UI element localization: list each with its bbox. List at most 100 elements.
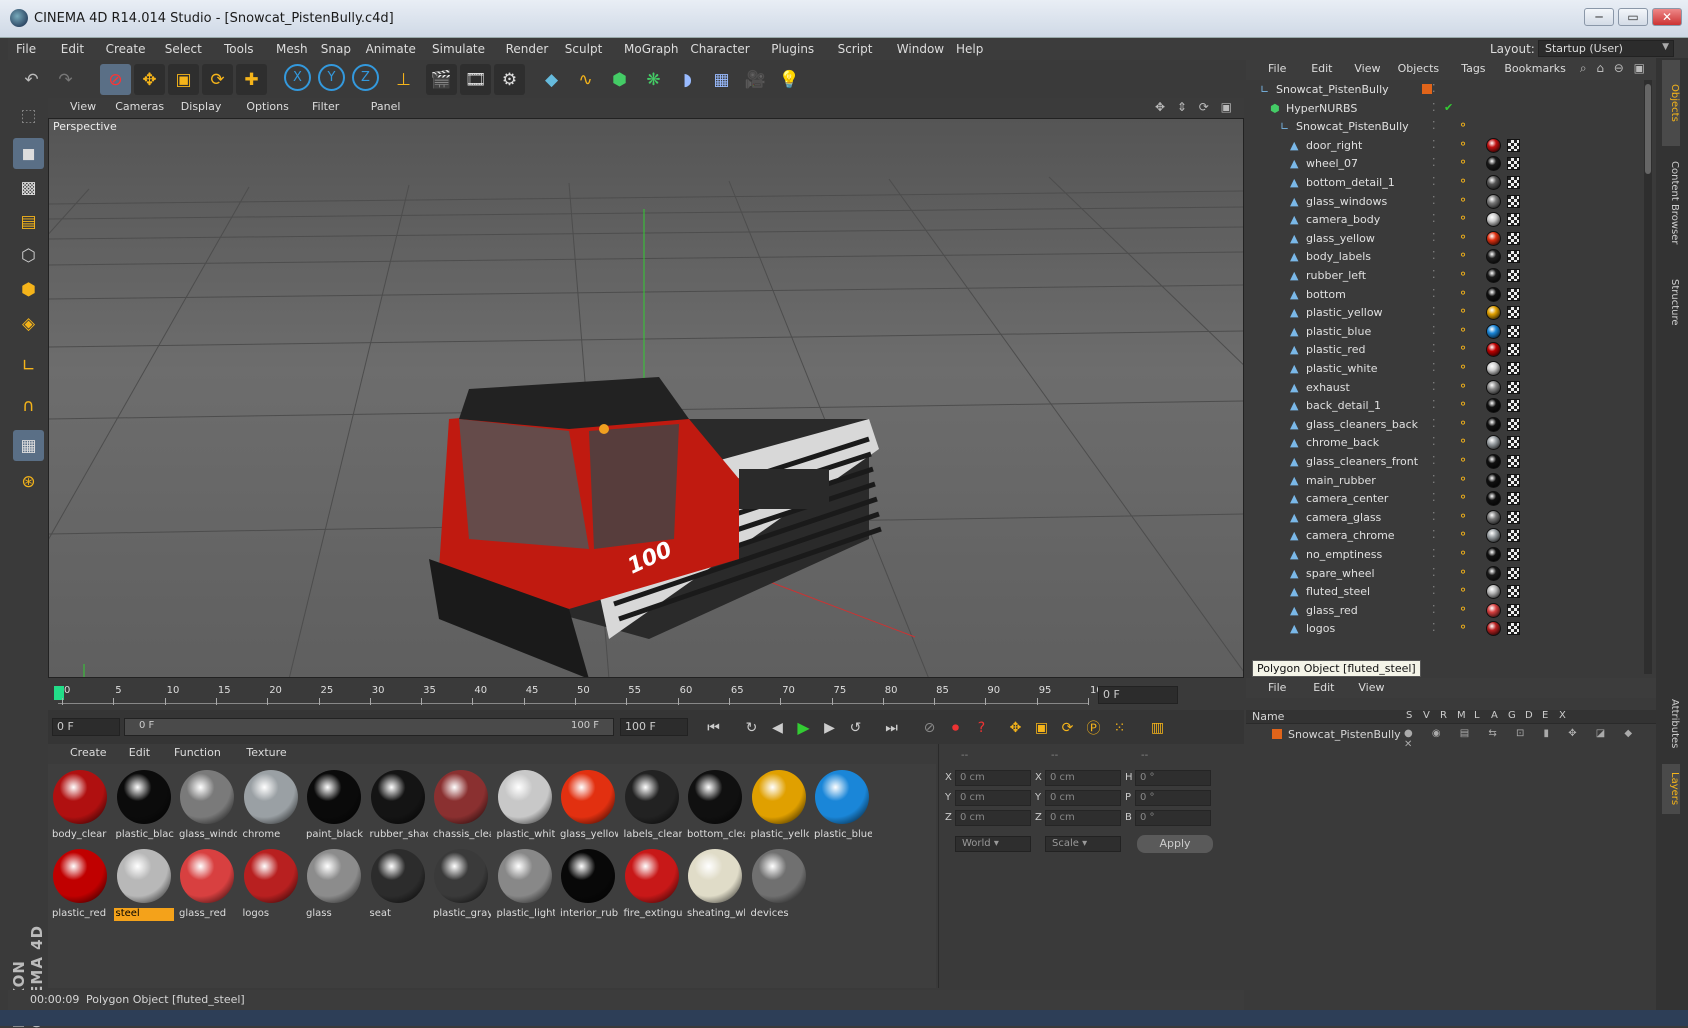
- uvw-tag-icon[interactable]: [1507, 380, 1520, 394]
- light-icon[interactable]: 💡: [774, 64, 805, 95]
- visibility-dots-icon[interactable]: ⁚: [1432, 231, 1436, 244]
- z-axis-lock-icon[interactable]: Z: [352, 64, 379, 91]
- uvw-tag-icon[interactable]: [1507, 194, 1520, 208]
- phong-tag-icon[interactable]: ⚬: [1458, 620, 1468, 634]
- y-axis-lock-icon[interactable]: Y: [318, 64, 345, 91]
- visibility-dots-icon[interactable]: ⁚: [1432, 82, 1436, 95]
- render-picture-viewer-icon[interactable]: 🎞: [460, 64, 491, 95]
- deformer-icon[interactable]: ◗: [672, 64, 703, 95]
- object-menu-tags[interactable]: Tags: [1461, 62, 1485, 75]
- spline-icon[interactable]: ∿: [570, 64, 601, 95]
- object-menu-edit[interactable]: Edit: [1311, 62, 1332, 75]
- material-tag-icon[interactable]: [1486, 286, 1501, 302]
- object-row[interactable]: ▲ main_rubber ⁚ ⚬: [1246, 471, 1636, 491]
- menu-mograph[interactable]: MoGraph: [624, 42, 679, 56]
- nurbs-icon[interactable]: ⬢: [604, 64, 635, 95]
- object-menu-view[interactable]: View: [1354, 62, 1380, 75]
- material-swatch[interactable]: plastic_black: [114, 768, 174, 843]
- timeline-window-icon[interactable]: ▥: [1142, 712, 1173, 743]
- minimize-button[interactable]: ─: [1584, 8, 1614, 26]
- texture-mode-icon[interactable]: ▩: [13, 172, 44, 203]
- visibility-dots-icon[interactable]: ⁚: [1432, 138, 1436, 151]
- coord-value-field[interactable]: 0 cm: [955, 790, 1031, 806]
- snap-grid-icon[interactable]: ▦: [13, 430, 44, 461]
- menu-file[interactable]: File: [16, 42, 36, 56]
- material-swatch[interactable]: steel: [113, 847, 174, 922]
- object-row[interactable]: ▲ glass_cleaners_back ⁚ ⚬: [1246, 415, 1636, 435]
- uvw-tag-icon[interactable]: [1507, 250, 1520, 264]
- viewport-menu-filter[interactable]: Filter: [312, 100, 339, 113]
- material-tag-icon[interactable]: [1486, 547, 1501, 562]
- phong-tag-icon[interactable]: ⚬: [1458, 137, 1468, 151]
- material-swatch[interactable]: plastic_gray: [431, 847, 491, 922]
- material-swatch[interactable]: fire_extinguisher: [622, 847, 682, 922]
- coord-value-field[interactable]: 0 cm: [955, 810, 1031, 826]
- tab-attributes[interactable]: Attributes: [1662, 688, 1680, 760]
- uvw-tag-icon[interactable]: [1507, 362, 1520, 375]
- mograph-cloner-icon[interactable]: ❋: [638, 64, 669, 95]
- material-tag-icon[interactable]: [1486, 137, 1501, 153]
- material-swatch[interactable]: paint_black: [304, 768, 364, 843]
- object-row[interactable]: ▲ glass_red ⁚ ⚬: [1246, 601, 1636, 621]
- 3d-viewport[interactable]: 100 Perspective: [48, 118, 1244, 678]
- tab-content-browser[interactable]: Content Browser: [1662, 148, 1680, 258]
- scale-mode-dropdown[interactable]: Scale ▾: [1045, 836, 1121, 852]
- menu-edit[interactable]: Edit: [61, 42, 84, 56]
- uvw-tag-icon[interactable]: [1507, 492, 1520, 506]
- polygons-mode-icon[interactable]: ◈: [13, 308, 44, 339]
- uvw-tag-icon[interactable]: [1507, 529, 1520, 543]
- phong-tag-icon[interactable]: ⚬: [1458, 286, 1468, 300]
- viewport-menu-cameras[interactable]: Cameras: [115, 100, 164, 113]
- uvw-tag-icon[interactable]: [1507, 455, 1520, 468]
- camera-icon[interactable]: 🎥: [740, 64, 771, 95]
- menu-animate[interactable]: Animate: [366, 42, 416, 56]
- uvw-tag-icon[interactable]: [1507, 622, 1520, 636]
- rotate-icon[interactable]: ⟳: [202, 64, 233, 95]
- visibility-dots-icon[interactable]: ⁚: [1432, 417, 1436, 430]
- phong-tag-icon[interactable]: ⚬: [1458, 155, 1468, 169]
- phong-tag-icon[interactable]: ⚬: [1458, 397, 1468, 411]
- material-swatch[interactable]: seat: [368, 847, 428, 922]
- uvw-tag-icon[interactable]: [1507, 138, 1520, 152]
- render-settings-icon[interactable]: ⚙: [494, 64, 525, 95]
- object-row[interactable]: ▲ plastic_yellow ⁚ ⚬: [1246, 303, 1636, 323]
- live-select-icon[interactable]: ⊘: [100, 64, 131, 95]
- visibility-dots-icon[interactable]: ⁚: [1432, 621, 1436, 634]
- uvw-tag-icon[interactable]: [1507, 436, 1520, 450]
- phong-tag-icon[interactable]: ⚬: [1458, 527, 1468, 541]
- cube-object-icon[interactable]: ◆: [536, 64, 567, 95]
- uvw-tag-icon[interactable]: [1507, 417, 1520, 431]
- menu-snap[interactable]: Snap: [321, 42, 351, 56]
- phong-tag-icon[interactable]: ⚬: [1458, 174, 1468, 188]
- phong-tag-icon[interactable]: ⚬: [1458, 248, 1468, 262]
- object-menu-objects[interactable]: Objects: [1398, 62, 1440, 75]
- material-tag-icon[interactable]: [1486, 584, 1501, 600]
- uvw-tag-icon[interactable]: [1507, 473, 1520, 487]
- visibility-dots-icon[interactable]: ⁚: [1432, 305, 1436, 318]
- tab-structure[interactable]: Structure: [1662, 262, 1680, 342]
- layer-menu-edit[interactable]: Edit: [1313, 681, 1334, 694]
- material-swatch[interactable]: plastic_white: [495, 768, 555, 843]
- phong-tag-icon[interactable]: ⚬: [1458, 267, 1468, 281]
- material-tag-icon[interactable]: [1486, 454, 1501, 469]
- visibility-dots-icon[interactable]: ⁚: [1432, 435, 1436, 448]
- coord-value-field[interactable]: 0 cm: [955, 770, 1031, 786]
- coord-value-field[interactable]: 0 cm: [1045, 790, 1121, 806]
- menu-tools[interactable]: Tools: [224, 42, 254, 56]
- uvw-tag-icon[interactable]: [1507, 324, 1520, 338]
- visibility-dots-icon[interactable]: ⁚: [1432, 287, 1436, 300]
- uvw-tag-icon[interactable]: [1507, 585, 1520, 599]
- coord-value-field[interactable]: 0 °: [1135, 770, 1211, 786]
- visibility-dots-icon[interactable]: ⁚: [1432, 249, 1436, 262]
- uvw-tag-icon[interactable]: [1507, 287, 1520, 301]
- uvw-tag-icon[interactable]: [1507, 510, 1520, 524]
- object-menu-file[interactable]: File: [1268, 62, 1286, 75]
- material-tag-icon[interactable]: [1486, 249, 1501, 265]
- coord-value-field[interactable]: 0 °: [1135, 790, 1211, 806]
- visibility-dots-icon[interactable]: ⁚: [1432, 361, 1436, 374]
- material-menu-function[interactable]: Function: [174, 746, 221, 759]
- material-tag-icon[interactable]: [1486, 175, 1501, 190]
- viewport-menu-options[interactable]: Options: [246, 100, 288, 113]
- menu-render[interactable]: Render: [506, 42, 549, 56]
- undo-icon[interactable]: ↶: [16, 64, 47, 95]
